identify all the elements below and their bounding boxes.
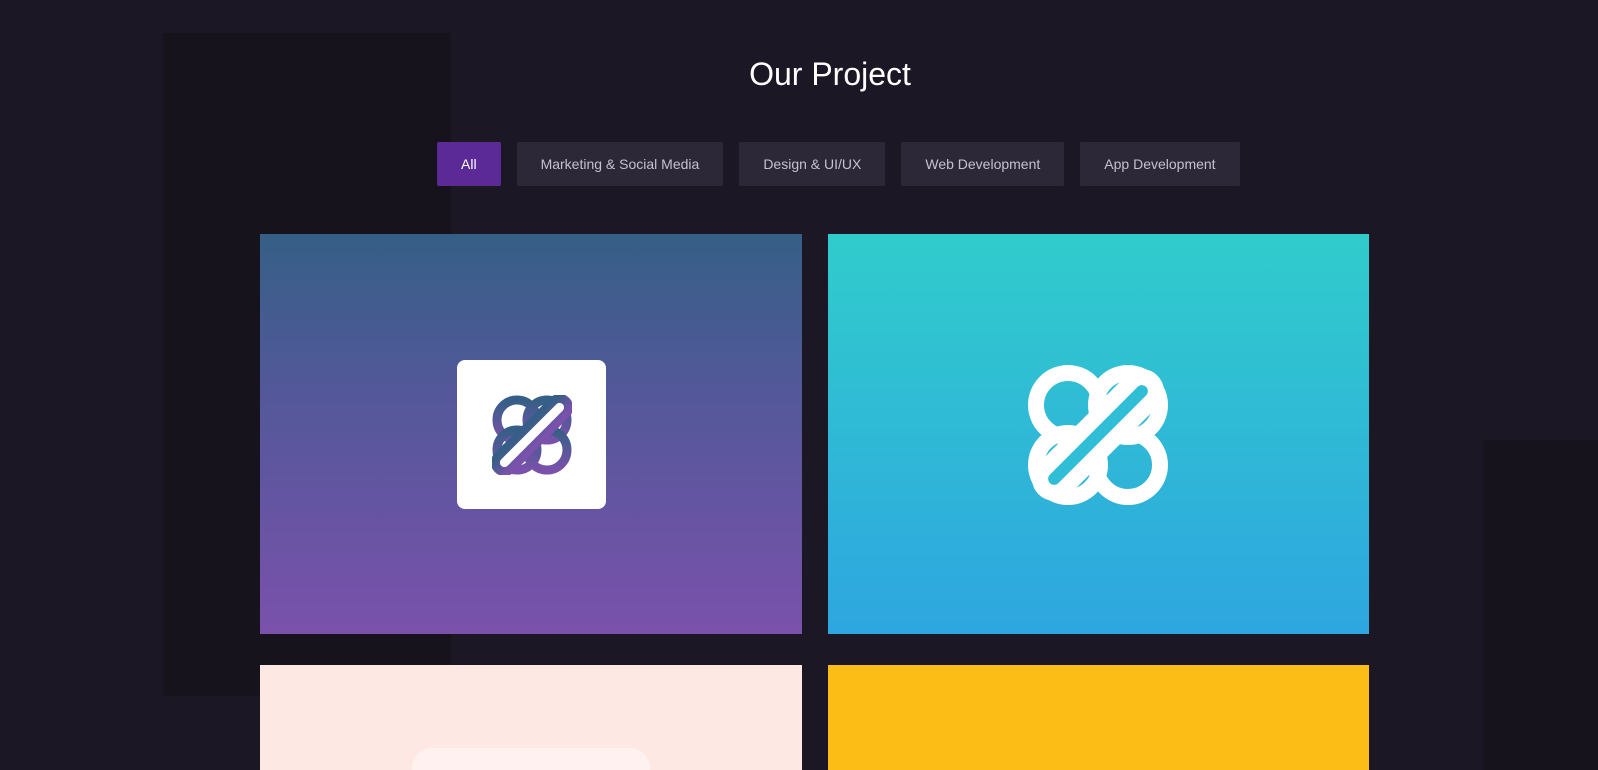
project-card-1[interactable] <box>260 234 802 634</box>
project-card-4[interactable] <box>828 665 1369 770</box>
filter-app-dev-button[interactable]: App Development <box>1080 142 1240 186</box>
brand-logo-icon <box>1028 365 1168 505</box>
filter-marketing-button[interactable]: Marketing & Social Media <box>516 142 724 186</box>
section-title: Our Project <box>749 56 911 92</box>
app-icon-tile <box>457 360 606 509</box>
project-thumbnail-shape <box>412 748 650 770</box>
filter-all-button[interactable]: All <box>437 142 501 186</box>
filter-design-button[interactable]: Design & UI/UX <box>739 142 886 186</box>
project-card-3[interactable] <box>260 665 802 770</box>
brand-logo-icon <box>491 394 572 475</box>
project-filter-bar: All Marketing & Social Media Design & UI… <box>437 142 1240 186</box>
filter-web-dev-button[interactable]: Web Development <box>901 142 1065 186</box>
background-decoration-right <box>1483 440 1598 770</box>
project-card-2[interactable] <box>828 234 1369 634</box>
